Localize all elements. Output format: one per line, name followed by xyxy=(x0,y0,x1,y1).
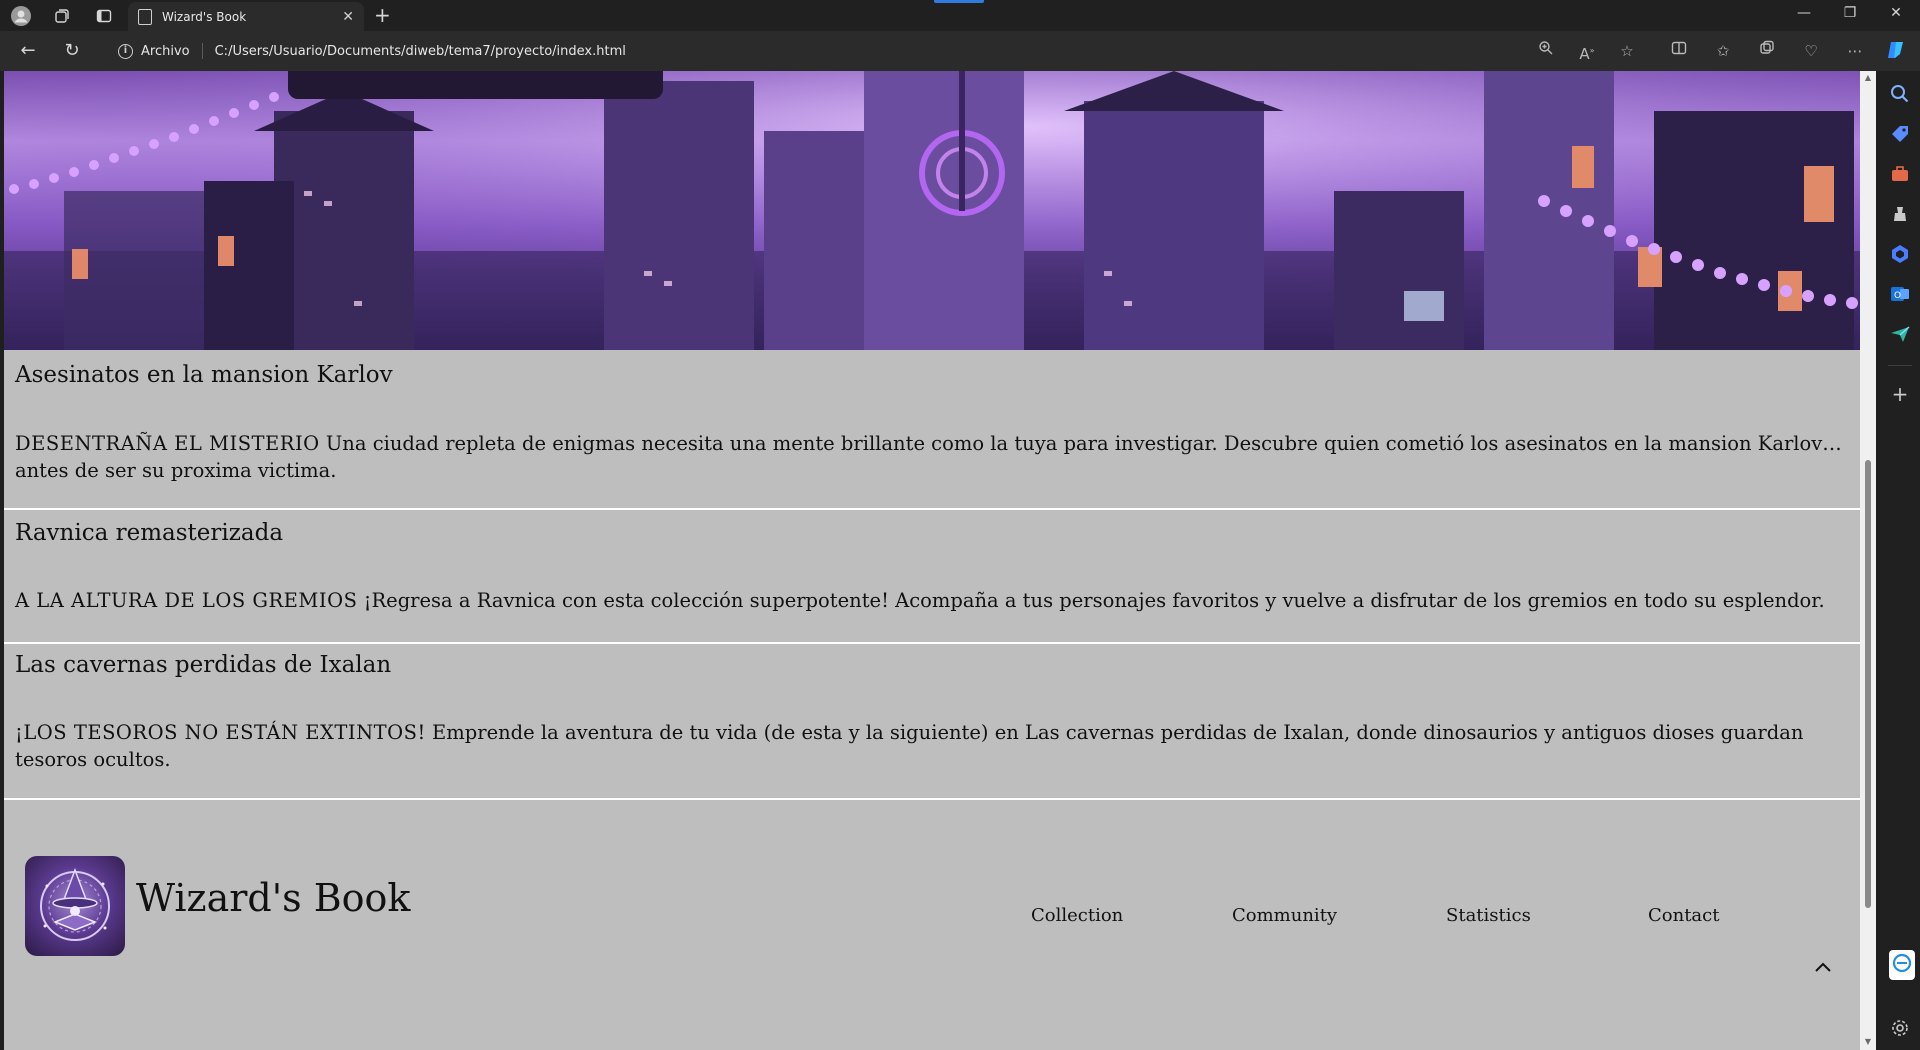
chess-icon[interactable] xyxy=(1889,203,1911,225)
zoom-icon[interactable] xyxy=(1534,39,1558,63)
footer-link-statistics[interactable]: Statistics xyxy=(1446,905,1531,926)
plus-icon[interactable]: + xyxy=(374,3,391,27)
article-card: Ravnica remasterizada A LA ALTURA DE LOS… xyxy=(4,510,1860,644)
article-description: DESENTRAÑA EL MISTERIO Una ciudad replet… xyxy=(15,430,1845,484)
tag-icon[interactable] xyxy=(1889,123,1911,145)
address-bar-row: ← ↻ i Archivo C:/Users/Usuario/Documents… xyxy=(0,31,1920,71)
article-description: A LA ALTURA DE LOS GREMIOS ¡Regresa a Ra… xyxy=(15,587,1845,614)
read-aloud-icon[interactable]: A» xyxy=(1575,39,1599,63)
info-icon[interactable]: i xyxy=(118,43,133,59)
scroll-thumb[interactable] xyxy=(1865,460,1871,908)
tab-title: Wizard's Book xyxy=(162,9,247,24)
page-scrollbar[interactable]: ▲ ▼ xyxy=(1860,71,1876,1050)
browser-sidebar: O + xyxy=(1880,71,1920,1050)
loading-indicator xyxy=(934,0,984,3)
collections-icon[interactable] xyxy=(1755,39,1779,63)
url-text[interactable]: C:/Users/Usuario/Documents/diweb/tema7/p… xyxy=(215,44,626,59)
article-caption: A LA ALTURA DE LOS GREMIOS xyxy=(15,589,358,612)
svg-text:O: O xyxy=(1894,291,1901,301)
browser-tab[interactable]: Wizard's Book ✕ xyxy=(128,2,364,31)
copilot-icon[interactable] xyxy=(1884,39,1908,63)
footer-link-contact[interactable]: Contact xyxy=(1648,905,1719,926)
settings-icon[interactable] xyxy=(1889,1017,1911,1039)
url-divider xyxy=(201,43,203,59)
hero-banner-image xyxy=(4,71,1860,350)
workspaces-icon[interactable] xyxy=(51,5,73,27)
search-icon[interactable] xyxy=(1889,83,1911,105)
restore-icon[interactable]: ❐ xyxy=(1838,5,1862,21)
m365-icon[interactable] xyxy=(1889,243,1911,265)
favorites-icon[interactable]: ✩ xyxy=(1711,39,1735,63)
add-icon[interactable]: + xyxy=(1889,383,1911,405)
page-icon xyxy=(138,8,152,25)
browser-titlebar: Wizard's Book ✕ + — ❐ ✕ xyxy=(0,0,1920,31)
split-screen-icon[interactable] xyxy=(1667,39,1691,63)
footer-link-collection[interactable]: Collection xyxy=(1031,905,1123,926)
send-icon[interactable] xyxy=(1889,323,1911,345)
back-icon[interactable]: ← xyxy=(16,39,40,63)
article-title: Ravnica remasterizada xyxy=(15,520,284,546)
address-bar[interactable]: i Archivo C:/Users/Usuario/Documents/diw… xyxy=(108,36,1618,66)
article-caption: DESENTRAÑA EL MISTERIO xyxy=(15,432,320,455)
back-to-top-icon[interactable] xyxy=(1814,960,1832,976)
article-caption: ¡LOS TESOROS NO ESTÁN EXTINTOS! xyxy=(15,721,426,744)
more-icon[interactable]: ⋯ xyxy=(1843,39,1867,63)
outlook-icon[interactable]: O xyxy=(1889,283,1911,305)
refresh-icon[interactable]: ↻ xyxy=(60,39,84,63)
article-title: Las cavernas perdidas de Ixalan xyxy=(15,652,392,678)
hero-overlay-bar xyxy=(288,71,663,99)
article-card: Las cavernas perdidas de Ixalan ¡LOS TES… xyxy=(4,644,1860,800)
close-icon[interactable]: ✕ xyxy=(342,9,354,25)
site-logo[interactable] xyxy=(25,856,125,956)
profile-icon[interactable] xyxy=(10,5,32,27)
sidebar-divider xyxy=(1888,365,1912,366)
scroll-down-icon[interactable]: ▼ xyxy=(1863,1037,1873,1046)
scroll-up-icon[interactable]: ▲ xyxy=(1863,73,1873,82)
url-scheme: Archivo xyxy=(141,43,190,59)
tab-actions-icon[interactable] xyxy=(93,5,115,27)
chat-icon[interactable] xyxy=(1889,950,1915,980)
article-title: Asesinatos en la mansion Karlov xyxy=(15,362,393,388)
star-icon[interactable]: ☆ xyxy=(1615,39,1639,63)
health-icon[interactable]: ♡ xyxy=(1799,39,1823,63)
window-close-icon[interactable]: ✕ xyxy=(1884,5,1908,21)
article-card: Asesinatos en la mansion Karlov DESENTRA… xyxy=(4,350,1860,510)
footer-link-community[interactable]: Community xyxy=(1232,905,1337,926)
minimize-icon[interactable]: — xyxy=(1792,5,1816,21)
brand-name: Wizard's Book xyxy=(136,876,411,920)
article-description: ¡LOS TESOROS NO ESTÁN EXTINTOS! Emprende… xyxy=(15,719,1845,773)
toolbox-icon[interactable] xyxy=(1889,163,1911,185)
article-text: ¡Regresa a Ravnica con esta colección su… xyxy=(357,589,1825,612)
